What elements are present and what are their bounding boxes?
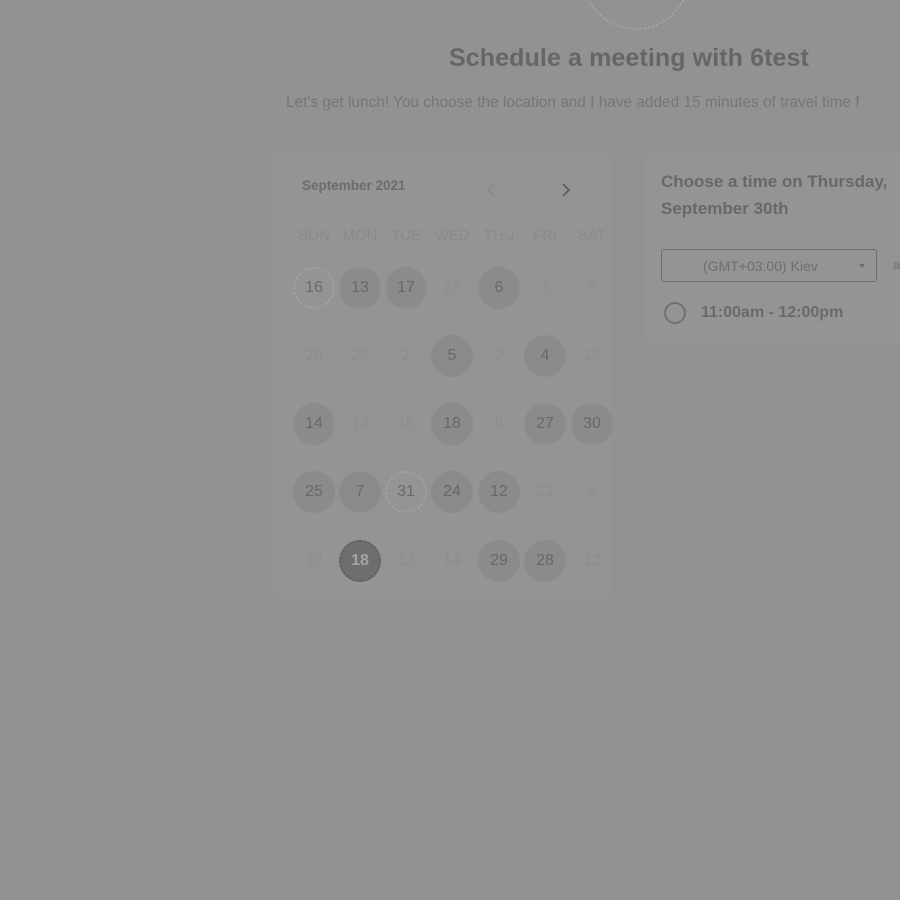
calendar-day: 28: [443, 279, 461, 296]
calendar-day: 12: [583, 552, 601, 569]
time-heading: Choose a time on Thursday, September 30t…: [661, 172, 888, 218]
calendar-day: 18: [583, 347, 601, 364]
weekday-5: FRI: [532, 227, 558, 244]
timezone-extra: a: [893, 257, 900, 272]
calendar-day: 14: [443, 552, 461, 569]
month-label: September 2021: [302, 178, 406, 193]
calendar-day[interactable]: 14: [293, 403, 335, 445]
weekday-1: MON: [342, 227, 378, 244]
weekday-6: SAT: [577, 227, 607, 244]
calendar-day[interactable]: 25: [293, 471, 335, 513]
weekday-0: SUN: [298, 227, 330, 244]
prev-month-button[interactable]: [479, 178, 503, 202]
chevron-left-icon: [486, 183, 495, 197]
calendar-day[interactable]: 29: [478, 540, 520, 582]
weekday-2: TUE: [391, 227, 421, 244]
calendar-day: 2: [401, 347, 411, 364]
meeting-description: Let's get lunch! You choose the location…: [286, 94, 860, 111]
calendar-day: 22: [536, 483, 554, 500]
calendar-day[interactable]: 18: [431, 403, 473, 445]
calendar-day[interactable]: 30: [571, 403, 613, 445]
calendar-day: 3: [540, 279, 550, 296]
chevron-right-icon: [562, 183, 571, 197]
calendar-day[interactable]: 31: [385, 471, 427, 513]
time-slot[interactable]: 11:00am - 12:00pm: [664, 302, 843, 324]
calendar-day: 28: [305, 347, 323, 364]
calendar-day[interactable]: 6: [478, 267, 520, 309]
avatar: [582, 0, 690, 30]
calendar-day: 2: [494, 347, 504, 364]
weekday-4: THU: [483, 227, 515, 244]
calendar-day: 8: [494, 415, 504, 432]
calendar-day[interactable]: 7: [339, 471, 381, 513]
time-slot-label: 11:00am - 12:00pm: [701, 304, 844, 321]
calendar-day[interactable]: 28: [524, 540, 566, 582]
calendar-day[interactable]: 27: [524, 403, 566, 445]
calendar-day[interactable]: 17: [385, 267, 427, 309]
calendar-day-selected[interactable]: 18: [339, 540, 381, 582]
timezone-value: (GMT+03:00) Kiev: [703, 257, 818, 274]
calendar-day: 9: [587, 279, 597, 296]
calendar-day: 14: [351, 415, 369, 432]
time-slot-radio[interactable]: [664, 302, 686, 324]
calendar-day: 28: [351, 347, 369, 364]
calendar-day[interactable]: 16: [293, 267, 335, 309]
next-month-button[interactable]: [554, 178, 578, 202]
timezone-select[interactable]: (GMT+03:00) Kiev: [661, 249, 877, 282]
weekday-3: WED: [434, 227, 470, 244]
calendar-day: 13: [397, 552, 415, 569]
calendar-day[interactable]: 5: [431, 335, 473, 377]
calendar-day[interactable]: 4: [524, 335, 566, 377]
page-title: Schedule a meeting with 6test: [449, 44, 809, 72]
calendar-day[interactable]: 24: [431, 471, 473, 513]
caret-down-icon: [859, 264, 865, 268]
calendar-day[interactable]: 13: [339, 267, 381, 309]
calendar-day: 15: [397, 415, 415, 432]
calendar-day: 5: [587, 483, 597, 500]
calendar-day[interactable]: 12: [478, 471, 520, 513]
calendar-day: 12: [305, 552, 323, 569]
